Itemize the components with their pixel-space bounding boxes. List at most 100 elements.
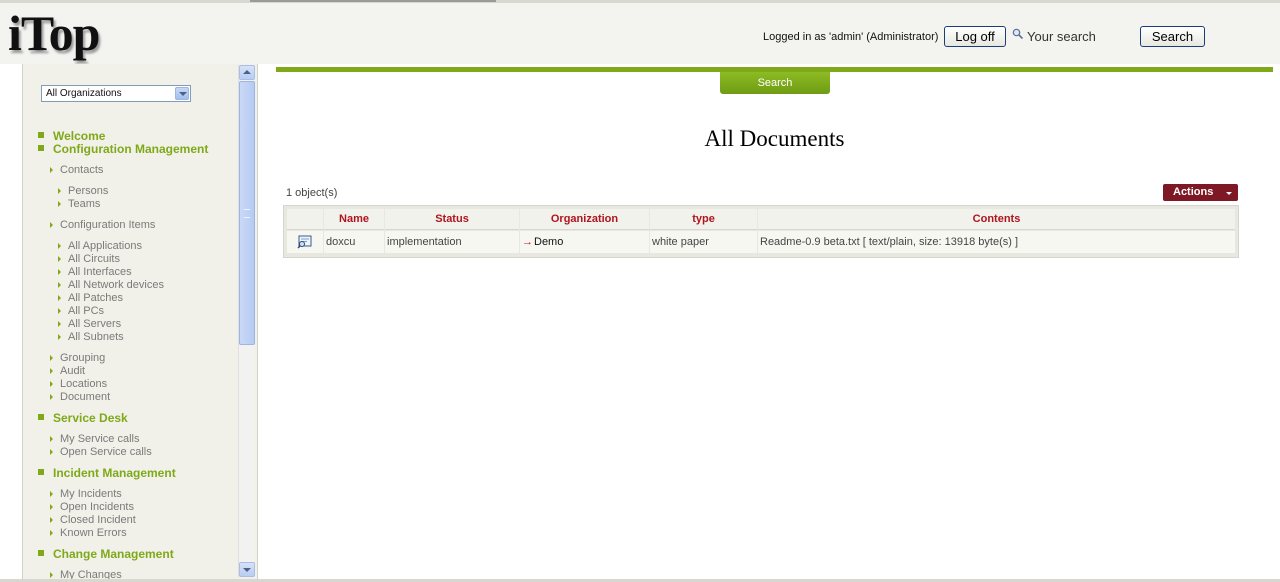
actions-label: Actions: [1173, 186, 1214, 198]
menu-configuration-management-label: Configuration Management: [53, 142, 209, 156]
menu-item-contacts[interactable]: Contacts: [50, 164, 103, 176]
menu-service-desk-label: Service Desk: [53, 411, 128, 425]
scroll-up-icon[interactable]: [239, 65, 255, 80]
menu-item-open-service-calls[interactable]: Open Service calls: [50, 446, 152, 458]
cell-status: implementation: [385, 231, 519, 253]
bullet-triangle-icon: [50, 449, 53, 455]
menu-item-all-applications[interactable]: All Applications: [58, 240, 142, 252]
menu-change-management-label: Change Management: [53, 547, 174, 561]
menu-item-label: Open Incidents: [60, 501, 134, 513]
page-title: All Documents: [704, 126, 845, 151]
menu-item-locations[interactable]: Locations: [50, 378, 108, 390]
menu-item-label: All Interfaces: [68, 266, 132, 278]
object-count: 1 object(s): [286, 187, 338, 199]
column-header-status[interactable]: Status: [385, 209, 519, 230]
menu-item-configuration-items[interactable]: Configuration Items: [50, 219, 156, 231]
organization-select[interactable]: All Organizations: [41, 85, 191, 102]
organization-select-value: All Organizations: [46, 88, 122, 99]
menu-welcome[interactable]: Welcome: [38, 129, 105, 143]
menu-item-label: My Service calls: [60, 433, 140, 445]
cell-contents[interactable]: Readme-0.9 beta.txt [ text/plain, size: …: [758, 231, 1235, 253]
app-logo[interactable]: iTop: [8, 5, 100, 61]
scrollbar-thumb[interactable]: [239, 81, 255, 345]
menu-item-my-service-calls[interactable]: My Service calls: [50, 433, 140, 445]
external-link-arrow-icon: →: [522, 236, 533, 248]
menu-item-all-pcs[interactable]: All PCs: [58, 305, 105, 317]
search-placeholder: Your search: [1027, 29, 1096, 44]
search-icon: [1012, 28, 1023, 39]
bullet-triangle-icon: [50, 517, 53, 523]
row-icon-cell[interactable]: [287, 231, 323, 253]
documents-table: Name Status Organization type Contents d…: [283, 205, 1239, 258]
column-header-name[interactable]: Name: [324, 209, 384, 230]
bullet-triangle-icon: [50, 572, 53, 578]
bullet-triangle-icon: [50, 436, 53, 442]
menu-item-all-circuits[interactable]: All Circuits: [58, 253, 120, 265]
search-button[interactable]: Search: [1140, 26, 1205, 47]
menu-item-persons[interactable]: Persons: [58, 185, 108, 197]
menu-item-label: Configuration Items: [60, 219, 156, 231]
document-details-icon[interactable]: [297, 235, 313, 249]
menu-item-label: Closed Incident: [60, 514, 136, 526]
bullet-triangle-icon: [58, 243, 61, 249]
actions-button[interactable]: Actions: [1163, 184, 1238, 201]
bullet-triangle-icon: [58, 256, 61, 262]
organization-link[interactable]: Demo: [534, 236, 563, 248]
bullet-triangle-icon: [58, 282, 61, 288]
bullet-triangle-icon: [50, 530, 53, 536]
global-search-input[interactable]: Your search: [1011, 27, 1137, 47]
bullet-triangle-icon: [58, 334, 61, 340]
column-header-type[interactable]: type: [650, 209, 757, 230]
menu-change-management[interactable]: Change Management: [38, 547, 174, 561]
menu-incident-management[interactable]: Incident Management: [38, 466, 176, 480]
menu-item-label: All PCs: [68, 305, 105, 317]
menu-item-my-incidents[interactable]: My Incidents: [50, 488, 122, 500]
bullet-triangle-icon: [50, 355, 53, 361]
menu-item-all-subnets[interactable]: All Subnets: [58, 331, 124, 343]
cell-organization[interactable]: →Demo: [520, 231, 649, 253]
menu-item-label: Known Errors: [60, 527, 127, 539]
menu-item-open-incidents[interactable]: Open Incidents: [50, 501, 134, 513]
sidebar-scrollbar[interactable]: [238, 65, 255, 577]
bullet-triangle-icon: [50, 368, 53, 374]
menu-item-document[interactable]: Document: [50, 391, 110, 403]
menu-item-label: Grouping: [60, 352, 106, 364]
menu-item-label: Locations: [60, 378, 108, 390]
table-row[interactable]: doxcu implementation →Demo white paper R…: [287, 231, 1235, 253]
cell-name[interactable]: doxcu: [324, 231, 384, 253]
bullet-square-icon: [38, 132, 44, 138]
scroll-down-icon[interactable]: [239, 562, 255, 577]
bullet-triangle-icon: [50, 504, 53, 510]
menu-item-label: All Patches: [68, 292, 124, 304]
menu-item-label: Teams: [68, 198, 101, 210]
menu-item-all-servers[interactable]: All Servers: [58, 318, 121, 330]
menu-item-closed-incident[interactable]: Closed Incident: [50, 514, 136, 526]
bullet-triangle-icon: [58, 188, 61, 194]
bullet-square-icon: [38, 469, 44, 475]
bullet-triangle-icon: [50, 491, 53, 497]
cell-type: white paper: [650, 231, 757, 253]
menu-item-teams[interactable]: Teams: [58, 198, 101, 210]
log-off-button[interactable]: Log off: [944, 26, 1006, 47]
menu-item-grouping[interactable]: Grouping: [50, 352, 106, 364]
menu-incident-management-label: Incident Management: [53, 466, 176, 480]
menu-service-desk[interactable]: Service Desk: [38, 411, 128, 425]
menu-item-all-patches[interactable]: All Patches: [58, 292, 124, 304]
menu-configuration-management[interactable]: Configuration Management: [38, 142, 209, 156]
menu-item-all-network-devices[interactable]: All Network devices: [58, 279, 164, 291]
bullet-triangle-icon: [58, 201, 61, 207]
column-header-contents[interactable]: Contents: [758, 209, 1235, 230]
bullet-triangle-icon: [50, 167, 53, 173]
menu-item-all-interfaces[interactable]: All Interfaces: [58, 266, 132, 278]
column-header-organization[interactable]: Organization: [520, 209, 649, 230]
search-tab[interactable]: Search: [720, 72, 830, 94]
menu-item-audit[interactable]: Audit: [50, 365, 85, 377]
bullet-triangle-icon: [58, 308, 61, 314]
menu-item-known-errors[interactable]: Known Errors: [50, 527, 127, 539]
menu-item-label: All Network devices: [68, 279, 164, 291]
menu-item-label: All Subnets: [68, 331, 124, 343]
column-header-icon: [287, 209, 323, 230]
bullet-triangle-icon: [58, 321, 61, 327]
table-header-row: Name Status Organization type Contents: [287, 209, 1235, 230]
chevron-down-icon[interactable]: [175, 87, 189, 100]
